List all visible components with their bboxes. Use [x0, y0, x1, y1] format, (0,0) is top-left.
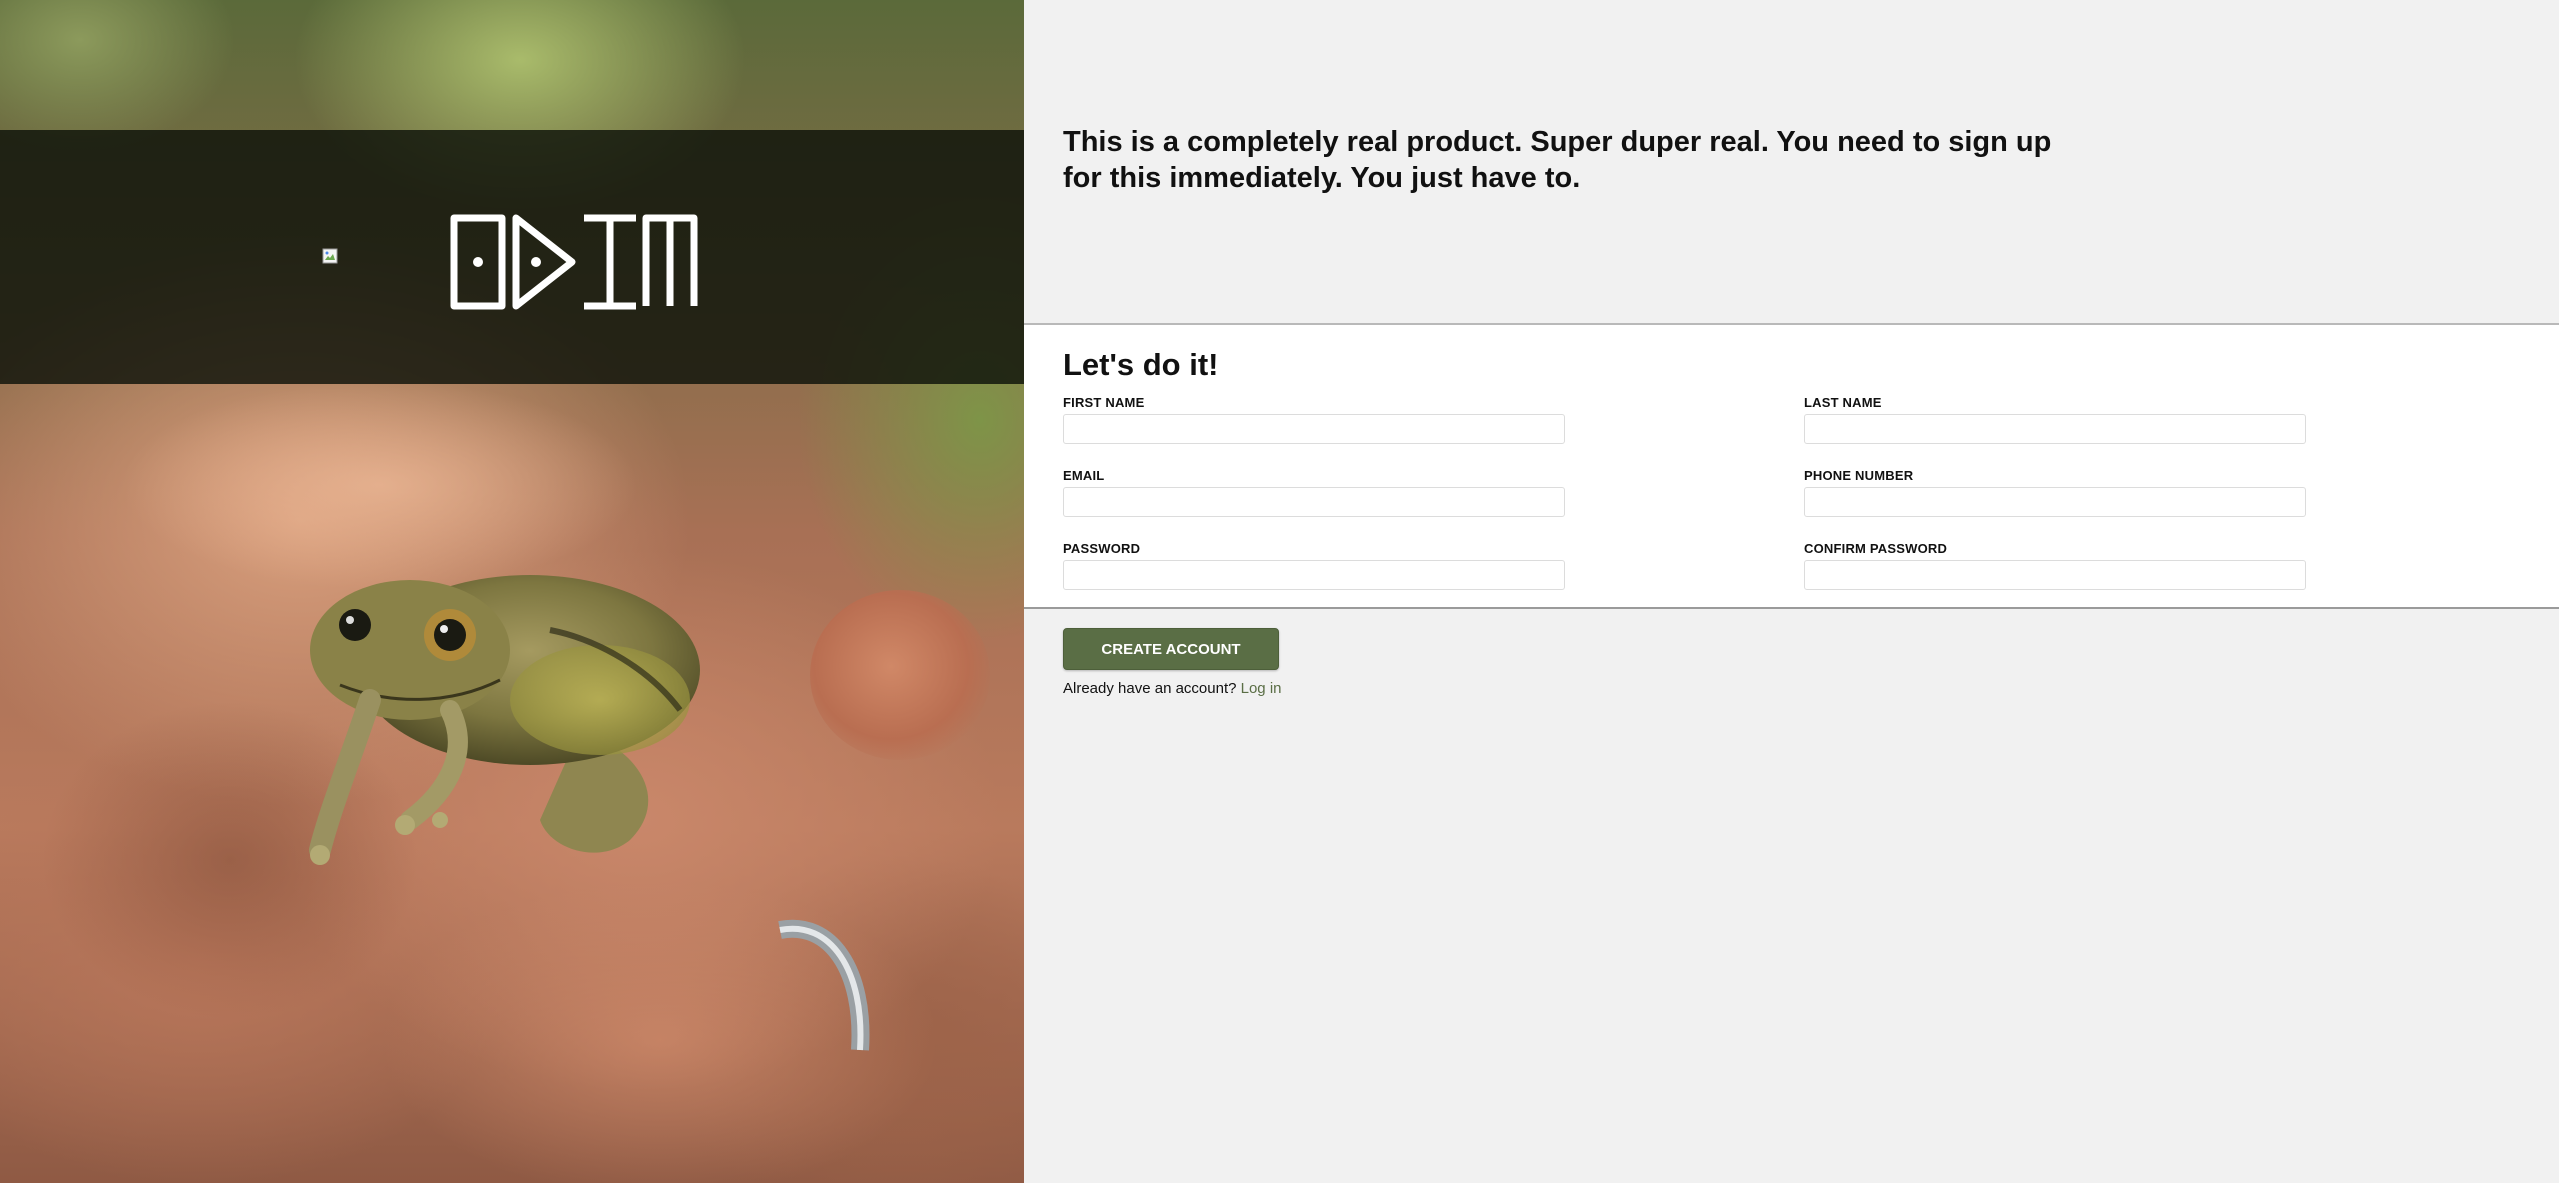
login-prompt-text: Already have an account? — [1063, 680, 1237, 697]
confirm-password-field-group: CONFIRM PASSWORD — [1804, 541, 2306, 590]
last-name-label: LAST NAME — [1804, 395, 1882, 410]
hero-tagline: This is a completely real product. Super… — [1063, 126, 2052, 194]
frog-illustration — [309, 575, 700, 865]
signup-form: Let's do it! FIRST NAME LAST NAME EMAIL … — [1024, 323, 2559, 609]
form-title: Let's do it! — [1063, 347, 1219, 382]
password-input[interactable] — [1063, 560, 1565, 590]
confirm-password-input[interactable] — [1804, 560, 2306, 590]
odin-logo — [450, 214, 698, 310]
signup-panel: This is a completely real product. Super… — [1024, 0, 2559, 1183]
phone-number-label: PHONE NUMBER — [1804, 468, 1914, 483]
phone-field-group: PHONE NUMBER — [1804, 468, 2306, 517]
first-name-label: FIRST NAME — [1063, 395, 1145, 410]
phone-number-input[interactable] — [1804, 487, 2306, 517]
last-name-field-group: LAST NAME — [1804, 395, 2306, 444]
login-link[interactable]: Log in — [1241, 680, 1282, 697]
password-label: PASSWORD — [1063, 541, 1141, 556]
email-label: EMAIL — [1063, 468, 1105, 483]
login-prompt-line: Already have an account? Log in — [1063, 680, 1282, 697]
broken-image-icon — [322, 248, 338, 264]
first-name-input[interactable] — [1063, 414, 1565, 444]
confirm-password-label: CONFIRM PASSWORD — [1804, 541, 1948, 556]
hero-photo-panel — [0, 0, 1024, 1183]
signup-page: This is a completely real product. Super… — [0, 0, 2559, 1183]
ring-illustration — [778, 919, 870, 1051]
password-field-group: PASSWORD — [1063, 541, 1565, 590]
first-name-field-group: FIRST NAME — [1063, 395, 1565, 444]
create-account-button[interactable]: CREATE ACCOUNT — [1063, 628, 1279, 670]
last-name-input[interactable] — [1804, 414, 2306, 444]
photo-fingertip — [810, 590, 990, 760]
email-input[interactable] — [1063, 487, 1565, 517]
email-field-group: EMAIL — [1063, 468, 1565, 517]
